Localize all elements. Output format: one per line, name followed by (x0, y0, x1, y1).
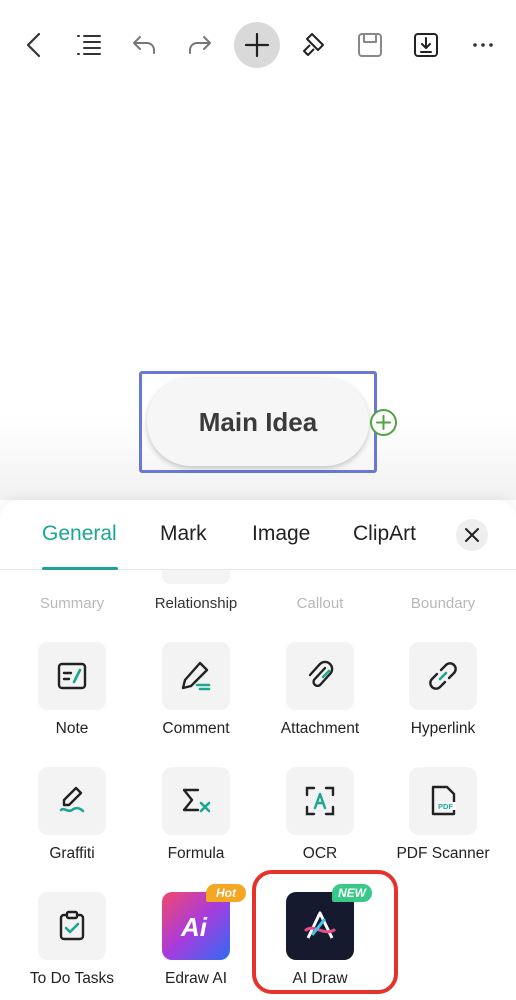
comment-label: Comment (162, 720, 230, 737)
outline-button[interactable] (66, 22, 112, 68)
active-tab-indicator (42, 567, 118, 570)
pdf-icon: PDF (431, 785, 456, 816)
graffiti-label: Graffiti (49, 845, 95, 862)
tab-mark[interactable]: Mark (160, 522, 207, 546)
edraw-ai-tile: Ai (162, 892, 230, 960)
ai-draw-highlight (252, 870, 398, 994)
close-icon (465, 528, 479, 542)
undo-button[interactable] (121, 22, 167, 68)
ocr-label: OCR (302, 845, 338, 862)
graffiti-pen-icon (59, 786, 85, 813)
add-subtopic-button[interactable] (370, 409, 397, 436)
ocr-tile (286, 767, 354, 835)
note-icon (57, 662, 87, 690)
more-icon (473, 43, 493, 47)
outline-list-icon (77, 35, 101, 55)
relationship-tile-partial (162, 570, 230, 584)
formula-tile (162, 767, 230, 835)
paint-brush-icon (303, 33, 324, 56)
comment-item[interactable]: Comment (134, 642, 258, 752)
boundary-item: Boundary (410, 595, 476, 612)
more-button[interactable] (460, 22, 506, 68)
insert-button[interactable] (234, 22, 280, 68)
redo-icon (189, 36, 211, 54)
svg-text:PDF: PDF (438, 802, 453, 811)
tab-general[interactable]: General (42, 522, 117, 546)
close-panel-button[interactable] (456, 519, 488, 551)
todo-tasks-item[interactable]: To Do Tasks (10, 892, 134, 1000)
summary-item: Summary (39, 595, 105, 612)
attachment-label: Attachment (280, 720, 360, 737)
main-idea-node[interactable]: Main Idea (147, 378, 369, 466)
note-tile (38, 642, 106, 710)
save-button[interactable] (347, 22, 393, 68)
edraw-ai-item[interactable]: Ai Hot Edraw AI (134, 884, 258, 1000)
note-label: Note (55, 720, 89, 737)
edraw-ai-icon: Ai (180, 912, 208, 942)
clipboard-check-icon (59, 910, 85, 941)
hot-badge: Hot (206, 884, 246, 902)
hyperlink-tile (409, 642, 477, 710)
plus-icon (244, 32, 270, 58)
download-icon (414, 33, 438, 57)
svg-text:Ai: Ai (180, 912, 208, 942)
tab-image[interactable]: Image (252, 522, 310, 546)
chevron-left-icon (26, 32, 41, 58)
link-icon (429, 662, 457, 690)
note-item[interactable]: Note (10, 642, 134, 752)
ocr-scan-icon (305, 786, 335, 816)
export-button[interactable] (403, 22, 449, 68)
pdf-scanner-tile: PDF (409, 767, 477, 835)
save-icon (358, 33, 382, 57)
edraw-ai-label: Edraw AI (164, 970, 228, 987)
pdf-scanner-item[interactable]: PDF PDF Scanner (381, 767, 505, 877)
plus-icon (376, 415, 391, 430)
pdf-scanner-label: PDF Scanner (396, 845, 490, 862)
todo-tasks-label: To Do Tasks (29, 970, 115, 987)
redo-button[interactable] (177, 22, 223, 68)
panel-tabs: General Mark Image ClipArt (0, 500, 516, 570)
comment-tile (162, 642, 230, 710)
sigma-icon (182, 788, 211, 813)
top-toolbar (0, 22, 516, 74)
attachment-item[interactable]: Attachment (258, 642, 382, 752)
ocr-item[interactable]: OCR (258, 767, 382, 877)
hyperlink-label: Hyperlink (410, 720, 476, 737)
todo-tasks-tile (38, 892, 106, 960)
formula-item[interactable]: Formula (134, 767, 258, 877)
mindmap-canvas[interactable]: Main Idea (0, 80, 516, 500)
graffiti-item[interactable]: Graffiti (10, 767, 134, 877)
formula-label: Formula (167, 845, 225, 862)
attachment-tile (286, 642, 354, 710)
undo-icon (133, 36, 155, 54)
paperclip-icon (308, 660, 334, 688)
callout-item: Callout (296, 595, 344, 612)
graffiti-tile (38, 767, 106, 835)
hyperlink-item[interactable]: Hyperlink (381, 642, 505, 752)
scrolled-row: Summary Relationship Callout Boundary (0, 595, 516, 619)
back-button[interactable] (12, 22, 58, 68)
comment-pen-icon (181, 661, 211, 691)
format-painter-button[interactable] (290, 22, 336, 68)
relationship-item[interactable]: Relationship (131, 595, 261, 612)
tab-clipart[interactable]: ClipArt (353, 522, 416, 546)
